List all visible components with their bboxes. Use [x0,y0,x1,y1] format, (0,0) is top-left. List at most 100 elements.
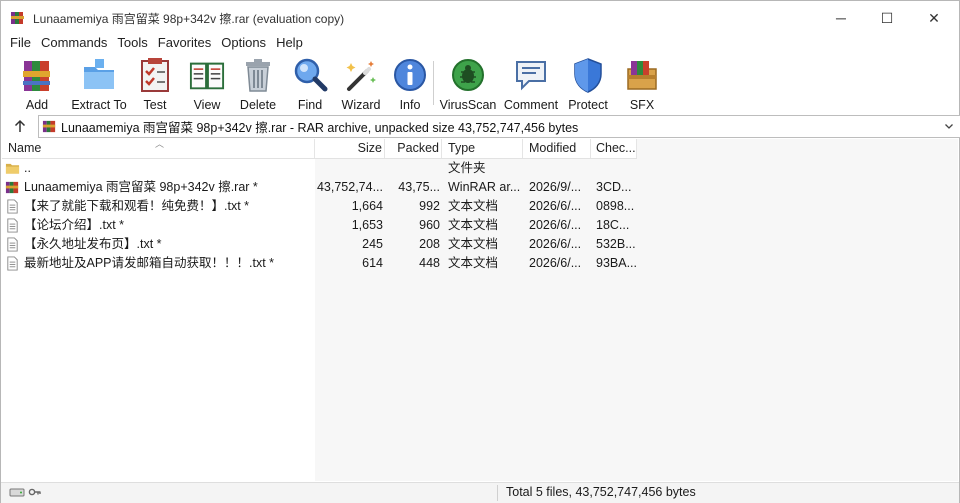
text-file-icon [7,256,18,271]
text-file-icon [7,199,18,214]
chevron-down-icon [945,124,953,129]
text-file-icon [7,218,18,233]
file-size: 614 [362,256,383,270]
toolbar-separator [433,61,434,105]
book-view-icon [189,57,225,93]
menu-bar: File Commands Tools Favorites Options He… [1,34,308,54]
file-name: Lunaamemiya 雨宫留菜 98p+342v 擦.rar * [24,180,258,194]
file-checksum: 532B... [596,237,636,251]
title-bar: Lunaamemiya 雨宫留菜 98p+342v 擦.rar (evaluat… [1,1,959,35]
file-checksum: 3CD... [596,180,632,194]
sfx-box-icon [624,57,660,93]
menu-favorites[interactable]: Favorites [153,34,216,54]
menu-help[interactable]: Help [271,34,308,54]
file-checksum: 0898... [596,199,635,213]
file-name: 【论坛介绍】.txt * [24,218,125,232]
column-modified-label: Modified [529,141,577,155]
address-field[interactable]: Lunaamemiya 雨宫留菜 98p+342v 擦.rar - RAR ar… [38,115,960,138]
column-header-modified[interactable]: Modified [523,139,591,158]
test-label: Test [143,98,167,112]
menu-file[interactable]: File [1,34,36,54]
magnifier-find-icon [292,57,328,93]
menu-tools[interactable]: Tools [112,34,152,54]
address-text: Lunaamemiya 雨宫留菜 98p+342v 擦.rar - RAR ar… [61,121,579,135]
info-icon [392,57,428,93]
column-header-name[interactable]: Name ︿ [2,139,315,158]
file-name: 最新地址及APP请发邮箱自动获取！！！.txt * [24,256,275,270]
comment-label: Comment [503,98,559,112]
column-header-checksum[interactable]: Chec... [591,139,637,158]
find-label: Find [297,98,323,112]
minimize-icon: ─ [836,10,846,26]
test-button[interactable]: Test [136,55,174,112]
extract-to-label: Extract To [71,98,127,112]
protect-label: Protect [568,98,608,112]
file-size: 1,653 [351,218,383,232]
file-size [315,159,385,178]
info-button[interactable]: Info [391,55,429,112]
column-type-label: Type [448,141,476,155]
column-size-label: Size [357,141,382,155]
maximize-button[interactable]: ☐ [864,1,910,35]
file-type: WinRAR ar... [448,180,521,194]
file-type: 文件夹 [448,161,486,175]
winrar-window: Lunaamemiya 雨宫留菜 98p+342v 擦.rar (evaluat… [0,0,960,503]
minimize-button[interactable]: ─ [818,1,864,35]
list-item-txt[interactable]: 【永久地址发布页】.txt * 245 208 文本文档 2026/6/... … [2,235,637,254]
up-folder-button[interactable] [11,117,29,135]
status-summary: Total 5 files, 43,752,747,456 bytes [506,485,696,499]
file-name: .. [24,161,31,175]
list-item-txt[interactable]: 最新地址及APP请发邮箱自动获取！！！.txt * 614 448 文本文档 2… [2,254,637,273]
column-header-size[interactable]: Size [315,139,385,158]
file-modified [529,159,594,178]
folder-icon [5,163,20,174]
wizard-button[interactable]: Wizard [338,55,384,112]
trash-can-icon [240,57,276,93]
winrar-app-icon [11,12,24,24]
close-button[interactable]: ✕ [911,1,957,35]
file-packed: 960 [419,218,440,232]
comment-button[interactable]: Comment [502,55,560,112]
wizard-label: Wizard [341,98,381,112]
file-size: 1,664 [351,199,383,213]
address-dropdown-button[interactable] [942,119,956,133]
add-button[interactable]: Add [18,55,56,112]
sfx-button[interactable]: SFX [622,55,662,112]
sort-ascending-icon: ︿ [155,139,165,149]
file-packed: 448 [419,256,440,270]
view-button[interactable]: View [185,55,229,112]
file-packed: 992 [419,199,440,213]
list-item-rar[interactable]: Lunaamemiya 雨宫留菜 98p+342v 擦.rar * 43,752… [2,178,637,197]
maximize-icon: ☐ [880,9,894,26]
column-header-packed[interactable]: Packed [385,139,442,158]
file-type: 文本文档 [448,237,499,251]
arrow-up-icon [14,119,26,132]
find-button[interactable]: Find [288,55,332,112]
file-checksum: 18C... [596,218,630,232]
text-file-icon [7,237,18,252]
virusscan-label: VirusScan [439,98,497,112]
menu-commands[interactable]: Commands [36,34,112,54]
column-header-type[interactable]: Type [442,139,523,158]
file-modified: 2026/9/... [529,180,582,194]
file-checksum [596,159,638,178]
list-item-txt[interactable]: 【论坛介绍】.txt * 1,653 960 文本文档 2026/6/... 1… [2,216,637,235]
file-size: 245 [362,237,383,251]
status-separator [497,485,498,501]
menu-options[interactable]: Options [216,34,271,54]
delete-button[interactable]: Delete [236,55,280,112]
extract-to-button[interactable]: Extract To [68,55,130,112]
file-modified: 2026/6/... [529,199,582,213]
file-size: 43,752,74... [316,180,383,194]
sfx-label: SFX [629,98,655,112]
file-list: Name ︿ Size Packed Type Modified Chec...… [2,139,958,481]
file-packed: 43,75... [398,180,440,194]
drive-icon [9,488,25,497]
virus-scan-icon [450,57,486,93]
list-item-parent-folder[interactable]: .. 文件夹 [2,159,637,178]
protect-button[interactable]: Protect [566,55,610,112]
virusscan-button[interactable]: VirusScan [438,55,498,112]
file-type: 文本文档 [448,218,499,232]
checklist-test-icon [137,57,173,93]
list-item-txt[interactable]: 【来了就能下载和观看！纯免费！】.txt * 1,664 992 文本文档 20… [2,197,637,216]
